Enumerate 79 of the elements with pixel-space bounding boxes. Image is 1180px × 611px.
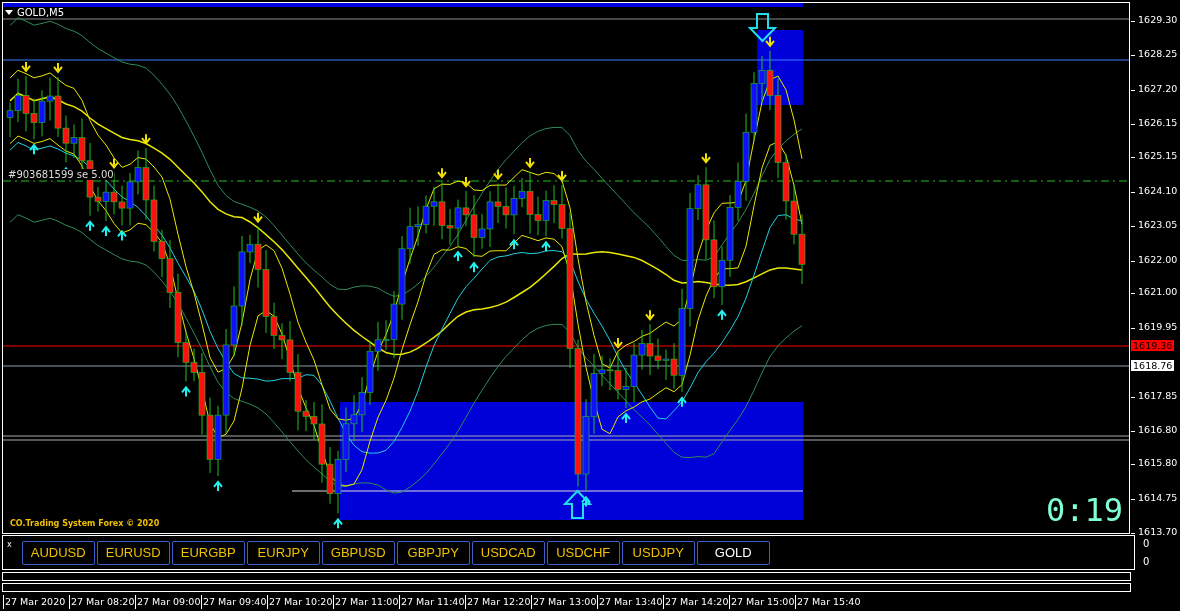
price-tick-label: 1616.80 xyxy=(1134,424,1178,436)
sell-arrow-icon xyxy=(701,152,711,164)
time-tick-label: 27 Mar 10:20 xyxy=(267,595,333,609)
symbol-button[interactable]: EURGBP xyxy=(171,540,245,565)
symbol-button[interactable]: AUDUSD xyxy=(21,540,95,565)
buy-arrow-icon xyxy=(509,238,519,251)
buy-arrow-icon xyxy=(85,220,95,232)
price-tick-label: 1619.95 xyxy=(1134,320,1178,332)
sell-arrow-icon xyxy=(557,169,567,182)
symbol-button[interactable]: GBPJPY xyxy=(396,540,470,565)
buy-arrow-icon xyxy=(333,517,343,530)
symbol-button[interactable]: GOLD xyxy=(696,540,770,565)
sell-arrow-icon xyxy=(525,156,535,169)
price-tick-label: 1625.15 xyxy=(1134,150,1178,162)
time-tick-label: 27 Mar 14:20 xyxy=(663,595,729,609)
time-tick-label: 27 Mar 15:00 xyxy=(729,595,795,609)
price-tick-label: 1617.85 xyxy=(1134,389,1178,401)
sell-arrow-icon xyxy=(613,337,623,349)
symbol-button[interactable]: EURUSD xyxy=(96,540,170,565)
time-tick-label: 27 Mar 09:00 xyxy=(135,595,201,609)
buy-arrow-icon xyxy=(677,396,687,408)
sell-arrow-icon xyxy=(53,62,63,74)
sell-arrow-icon xyxy=(253,211,263,224)
bid-price-tag: 1619.36 xyxy=(1131,340,1175,352)
buy-arrow-icon xyxy=(541,240,551,253)
time-tick-label: 27 Mar 13:40 xyxy=(597,595,663,609)
price-tick-label: 1622.00 xyxy=(1134,253,1178,265)
down-arrow-icon xyxy=(747,13,778,43)
time-tick-label: 27 Mar 12:20 xyxy=(465,595,531,609)
symbol-button[interactable]: EURJPY xyxy=(246,540,320,565)
buy-arrow-icon xyxy=(453,250,463,263)
line-price-tag: 1618.76 xyxy=(1131,359,1175,371)
price-tick-label: 1624.10 xyxy=(1134,184,1178,196)
sell-arrow-icon xyxy=(109,157,119,170)
sell-arrow-icon xyxy=(437,167,447,179)
indicator-axis-label: 0 xyxy=(1143,555,1150,567)
dropdown-icon xyxy=(5,10,13,15)
buy-arrow-icon xyxy=(717,309,727,321)
close-label[interactable]: x xyxy=(7,540,12,549)
price-tick-label: 1615.80 xyxy=(1134,457,1178,469)
price-tick-label: 1613.70 xyxy=(1134,526,1178,537)
sell-arrow-icon xyxy=(645,309,655,321)
symbol-button[interactable]: USDJPY xyxy=(621,540,695,565)
time-tick-label: 27 Mar 11:00 xyxy=(333,595,399,609)
buy-arrow-icon xyxy=(117,229,127,242)
sell-arrow-icon xyxy=(21,60,31,73)
buy-arrow-icon xyxy=(29,143,39,156)
symbol-button[interactable]: USDCHF xyxy=(546,540,620,565)
time-tick-label: 27 Mar 08:20 xyxy=(69,595,135,609)
indicator-axis-label: 0 xyxy=(1143,538,1150,550)
price-tick-label: 1628.25 xyxy=(1134,48,1178,60)
symbol-label: GOLD,M5 xyxy=(17,7,65,18)
time-tick-label: 27 Mar 15:40 xyxy=(795,595,861,609)
candle-timer: 0:19 xyxy=(1046,491,1124,529)
price-tick-label: 1614.75 xyxy=(1134,491,1178,503)
price-tick-label: 1629.30 xyxy=(1134,14,1178,25)
time-tick-label: 27 Mar 2020 xyxy=(3,595,69,609)
price-tick-label: 1621.00 xyxy=(1134,286,1178,298)
buy-arrow-icon xyxy=(469,261,479,274)
price-tick-label: 1626.15 xyxy=(1134,117,1178,129)
buy-arrow-icon xyxy=(621,412,631,425)
branding-text: CO.Trading System Forex © 2020 xyxy=(10,519,160,528)
symbol-button[interactable]: USDCAD xyxy=(471,540,545,565)
time-tick-label: 27 Mar 11:40 xyxy=(399,595,465,609)
buy-arrow-icon xyxy=(101,225,111,237)
buy-arrow-icon xyxy=(181,385,191,398)
sell-arrow-icon xyxy=(765,35,775,48)
symbol-button[interactable]: GBPUSD xyxy=(321,540,395,565)
buy-arrow-icon xyxy=(213,480,223,492)
sell-arrow-icon xyxy=(141,133,151,145)
price-tick-label: 1627.20 xyxy=(1134,82,1178,94)
order-label: #903681599 se 5.00 xyxy=(8,169,114,180)
time-tick-label: 27 Mar 09:40 xyxy=(201,595,267,609)
price-tick-label: 1623.05 xyxy=(1134,219,1178,231)
up-arrow-icon xyxy=(562,489,593,519)
sell-arrow-icon xyxy=(493,168,503,181)
buy-arrow-icon xyxy=(581,495,591,508)
time-tick-label: 27 Mar 13:00 xyxy=(531,595,597,609)
sell-arrow-icon xyxy=(461,176,471,188)
